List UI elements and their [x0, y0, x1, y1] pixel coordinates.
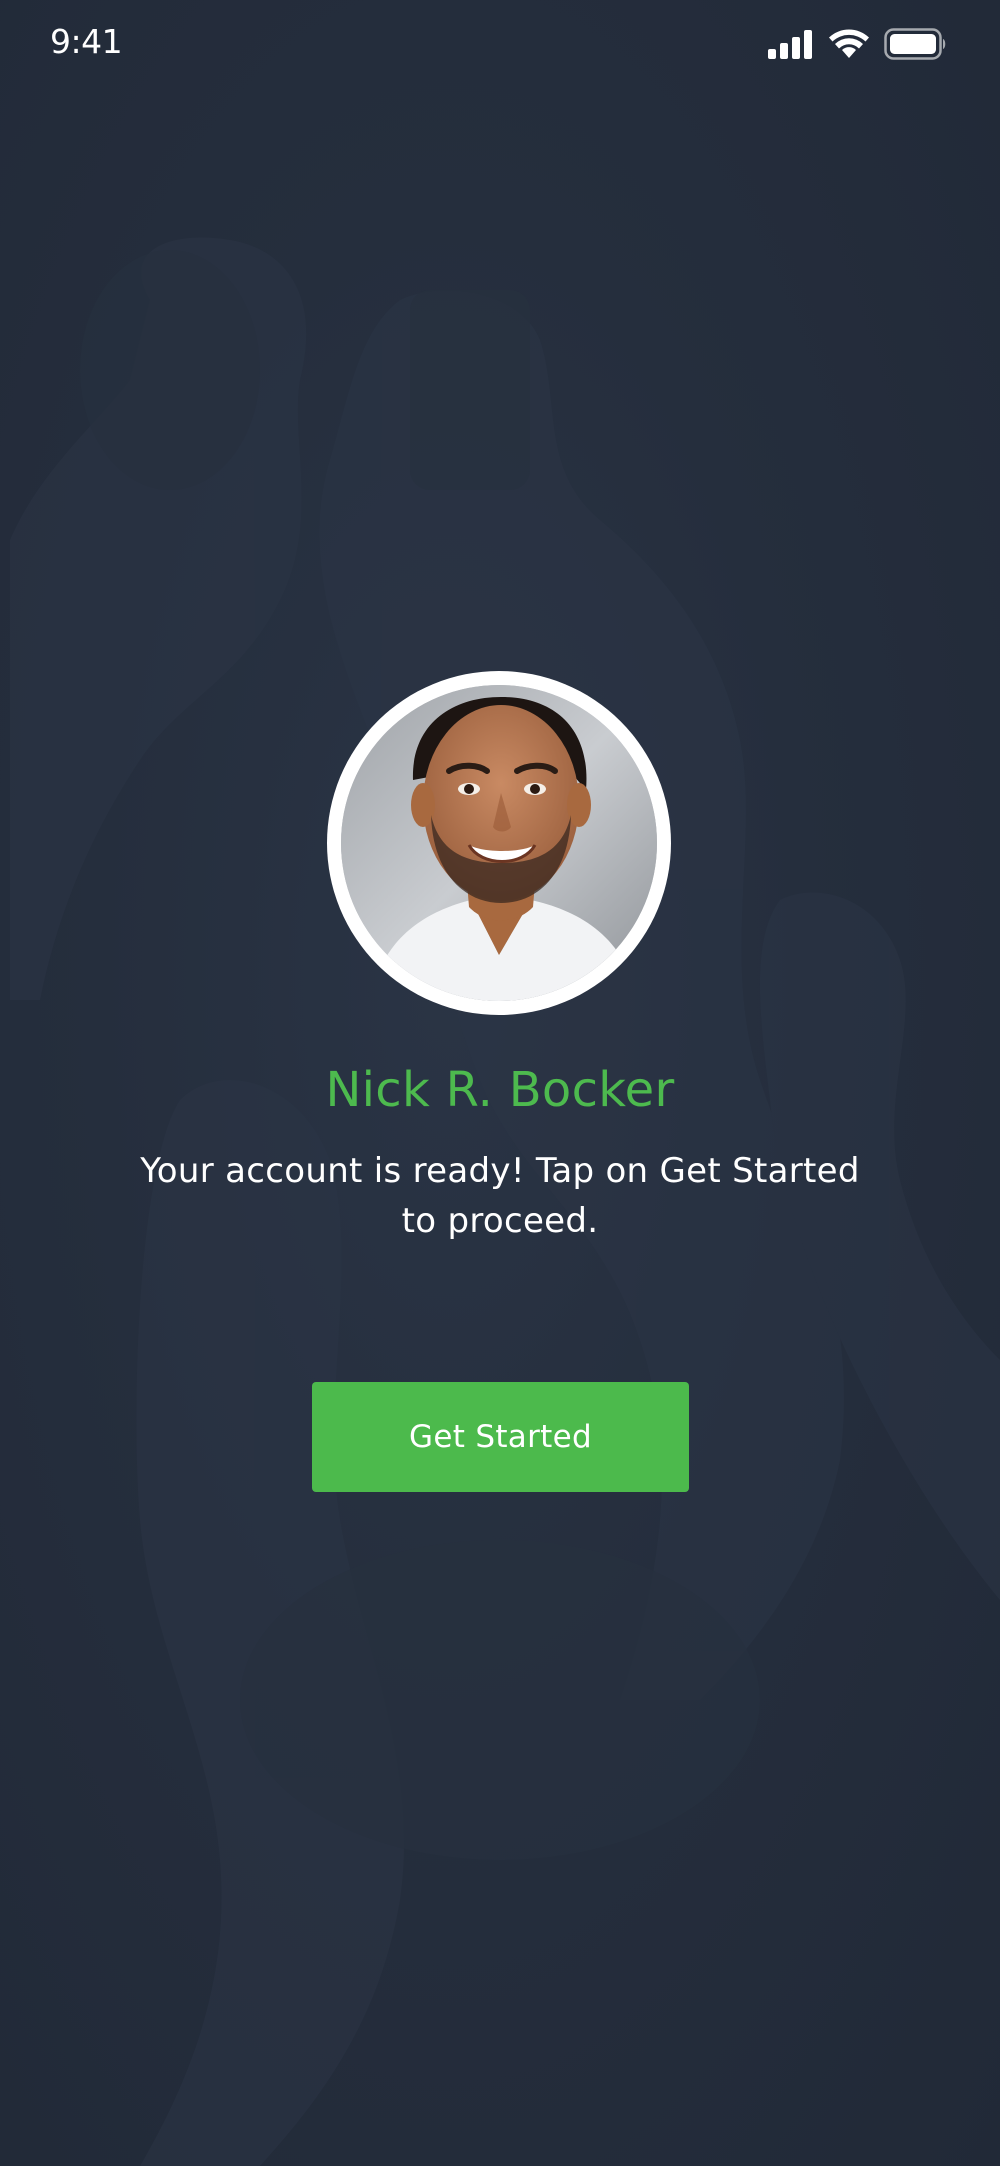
avatar [341, 685, 657, 1001]
user-photo [341, 685, 657, 1001]
wifi-icon [829, 29, 869, 58]
get-started-button[interactable]: Get Started [312, 1382, 689, 1492]
status-bar: 9:41 [0, 0, 1000, 90]
signal-icon [768, 30, 812, 59]
account-ready-message: Your account is ready! Tap on Get Starte… [140, 1151, 860, 1241]
battery-icon [884, 28, 946, 60]
status-icons [768, 28, 948, 60]
user-name: Nick R. Bocker [325, 1062, 675, 1118]
avatar-ring [327, 671, 671, 1015]
status-time: 9:41 [50, 22, 123, 61]
get-started-label: Get Started [409, 1419, 592, 1455]
account-ready-screen: 9:41 Nick R. Bocker Your account is read… [0, 0, 1000, 2166]
